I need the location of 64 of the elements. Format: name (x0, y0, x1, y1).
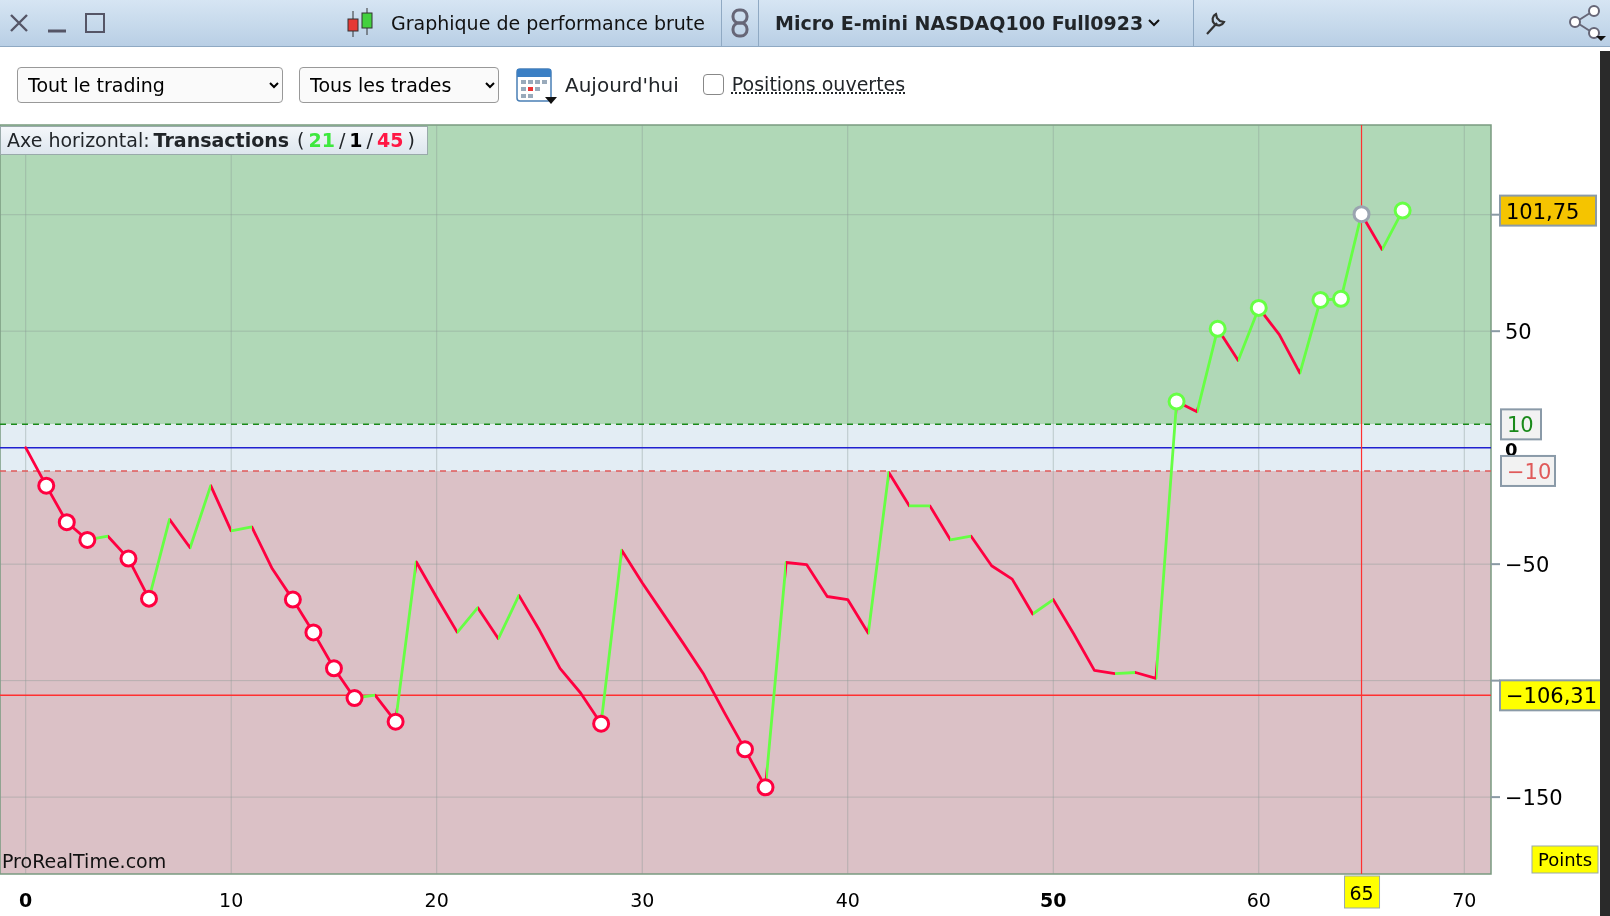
trade-count: 45 (376, 128, 404, 154)
date-label: Aujourd'hui (565, 71, 679, 99)
x-axis-label: 50 (1040, 889, 1067, 911)
instrument-dropdown[interactable]: Micro E-mini NASDAQ100 Full0923 (774, 8, 1162, 38)
share-icon[interactable] (1566, 4, 1606, 42)
legend-value: Transactions (153, 128, 290, 154)
scope-dropdown[interactable]: Tout le trading (17, 66, 283, 103)
window-title: Graphique de performance brute (391, 10, 705, 36)
close-icon[interactable] (8, 12, 30, 34)
legend-separator: / (338, 128, 346, 154)
x-axis-label: 0 (19, 889, 33, 911)
new-low-marker (345, 689, 364, 708)
new-low-marker (283, 590, 302, 609)
checkbox[interactable] (702, 74, 724, 95)
new-low-marker (140, 589, 158, 608)
y-axis-label: −150 (1505, 786, 1563, 811)
watermark-text: ProRealTime.com (2, 850, 167, 872)
reference-label: −10 (1500, 454, 1556, 487)
new-low-marker (78, 530, 97, 549)
x-axis-label: 10 (219, 889, 244, 911)
hover-marker (1352, 205, 1371, 224)
value-label: −106,31 (1499, 679, 1600, 712)
new-low-marker (324, 659, 343, 678)
new-high-marker (1208, 319, 1227, 338)
ref-line-label: −106,31 (1506, 684, 1598, 709)
y-axis-label: −50 (1505, 553, 1550, 578)
new-high-marker (1332, 289, 1350, 308)
candlestick-icon (345, 7, 375, 39)
x-axis-label: 60 (1246, 889, 1271, 911)
unit-label: Points (1531, 845, 1599, 874)
new-high-marker (1249, 298, 1268, 317)
new-high-marker (1393, 201, 1412, 220)
new-low-marker (592, 714, 611, 733)
legend-bracket: ( (297, 128, 305, 154)
x-axis-label: 40 (835, 889, 860, 911)
ref-line-label: 65 (1349, 882, 1374, 904)
ref-line-label: 10 (1507, 413, 1534, 438)
x-axis-label: 70 (1452, 889, 1477, 911)
link-icon[interactable] (729, 8, 750, 38)
x-axis-label: 20 (424, 889, 449, 911)
maximize-icon[interactable] (84, 12, 106, 34)
new-low-marker (37, 476, 56, 495)
new-low-marker (386, 712, 405, 731)
crosshair-x-label: 65 (1344, 875, 1381, 909)
trade-count: 21 (308, 128, 335, 154)
new-low-marker (119, 549, 138, 568)
y-axis-label: 50 (1505, 320, 1532, 345)
value-label: 101,75 (1499, 194, 1597, 227)
new-low-marker (736, 740, 754, 759)
reference-label: 10 (1500, 408, 1542, 441)
new-low-marker (57, 513, 76, 532)
legend-label: Axe horizontal: (7, 128, 150, 154)
trades-dropdown[interactable]: Tous les trades (299, 66, 499, 103)
checkbox-label[interactable]: Positions ouvertes (731, 70, 906, 99)
trade-count: 1 (349, 128, 363, 154)
x-axis-label: 30 (630, 889, 655, 911)
caret-icon (1147, 18, 1162, 28)
new-high-marker (1311, 290, 1330, 309)
ref-line-label: −10 (1507, 459, 1552, 484)
legend-bracket: ) (407, 128, 415, 154)
new-high-marker (1167, 392, 1186, 411)
new-low-marker (304, 623, 323, 642)
legend-separator: / (366, 128, 373, 154)
new-low-marker (756, 778, 775, 797)
